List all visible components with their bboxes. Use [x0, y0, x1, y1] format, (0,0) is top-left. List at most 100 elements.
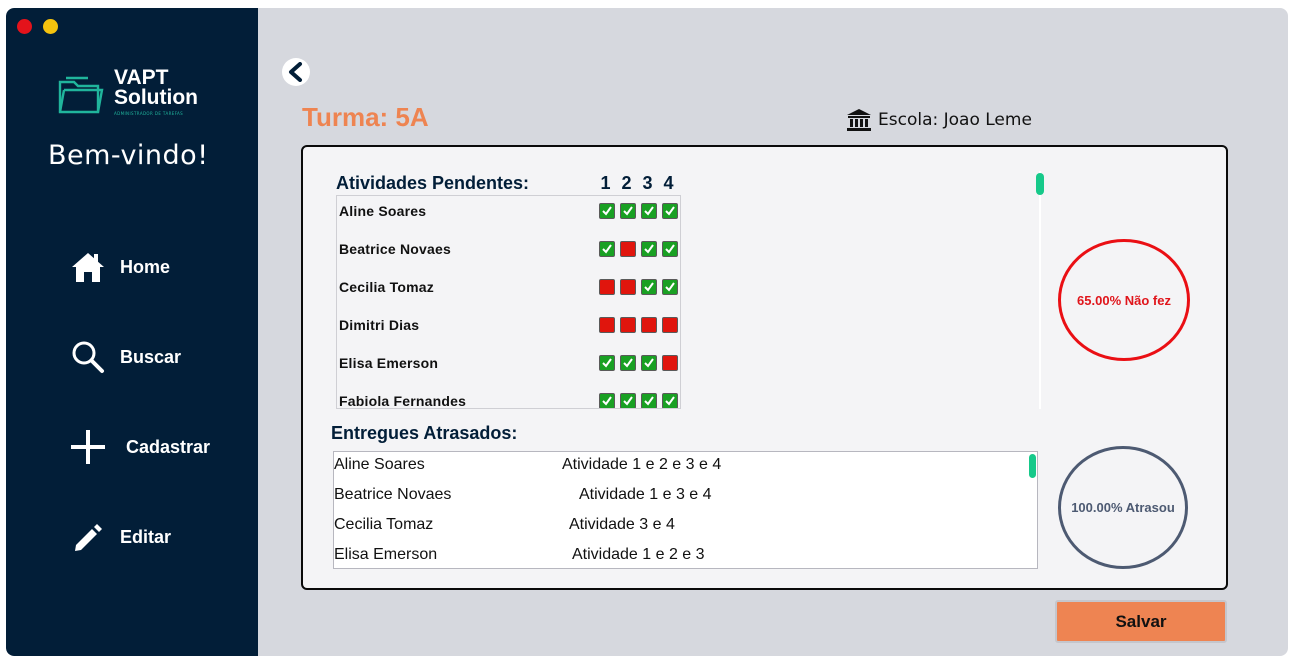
- late-scroll-thumb[interactable]: [1029, 454, 1036, 478]
- home-icon: [66, 245, 110, 289]
- student-name: Fabiola Fernandes: [339, 393, 467, 409]
- logo-title: VAPT Solution: [114, 66, 198, 109]
- activity-missing-checkbox[interactable]: [620, 317, 636, 333]
- school-building-icon: [847, 109, 871, 131]
- school-name: Escola: Joao Leme: [878, 110, 1032, 130]
- table-row[interactable]: Elisa Emerson: [339, 353, 679, 373]
- check-icon: [665, 282, 675, 292]
- app-window: VAPT Solution ADMINISTRADOR DE TAREFAS B…: [6, 8, 1288, 656]
- student-name: Dimitri Dias: [339, 317, 420, 333]
- table-row[interactable]: Cecilia Tomaz: [339, 277, 679, 297]
- column-header: 1: [600, 173, 611, 193]
- sidebar-item-editar[interactable]: Editar: [66, 515, 246, 559]
- pending-title: Atividades Pendentes:: [336, 173, 530, 193]
- activity-done-checkbox[interactable]: [662, 203, 678, 219]
- search-icon: [66, 335, 110, 379]
- activity-missing-checkbox[interactable]: [662, 317, 678, 333]
- activity-done-checkbox[interactable]: [599, 355, 615, 371]
- sidebar-item-cadastrar[interactable]: Cadastrar: [66, 425, 246, 469]
- column-header: 3: [642, 173, 653, 193]
- close-window-button[interactable]: [17, 19, 32, 34]
- check-icon: [665, 396, 675, 406]
- list-item[interactable]: Aline Soares Atividade 1 e 2 e 3 e 4: [334, 456, 1024, 478]
- not-done-stat: 65.00% Não fez: [1058, 239, 1190, 361]
- student-name: Elisa Emerson: [339, 355, 439, 371]
- check-icon: [644, 396, 654, 406]
- sidebar-item-home[interactable]: Home: [66, 245, 246, 289]
- check-icon: [623, 206, 633, 216]
- activity-done-checkbox[interactable]: [620, 203, 636, 219]
- check-icon: [644, 358, 654, 368]
- folder-logo-icon: [58, 76, 104, 114]
- sidebar: VAPT Solution ADMINISTRADOR DE TAREFAS B…: [6, 8, 258, 656]
- activity-missing-checkbox[interactable]: [641, 317, 657, 333]
- check-icon: [644, 244, 654, 254]
- check-icon: [623, 358, 633, 368]
- activity-missing-checkbox[interactable]: [599, 317, 615, 333]
- late-stat-label: 100.00% Atrasou: [1071, 500, 1175, 515]
- activity-missing-checkbox[interactable]: [662, 355, 678, 371]
- check-icon: [644, 206, 654, 216]
- table-row[interactable]: Beatrice Novaes: [339, 239, 679, 259]
- late-list[interactable]: Aline Soares Atividade 1 e 2 e 3 e 4 Bea…: [333, 451, 1038, 569]
- list-item[interactable]: Cecilia Tomaz Atividade 3 e 4: [334, 516, 1024, 538]
- activity-done-checkbox[interactable]: [599, 241, 615, 257]
- activity-done-checkbox[interactable]: [662, 393, 678, 408]
- plus-icon: [66, 425, 110, 469]
- scroll-thumb[interactable]: [1036, 173, 1044, 195]
- activity-done-checkbox[interactable]: [641, 203, 657, 219]
- check-icon: [623, 396, 633, 406]
- activity-done-checkbox[interactable]: [599, 393, 615, 408]
- late-activities: Atividade 1 e 3 e 4: [579, 486, 712, 503]
- late-activities: Atividade 1 e 2 e 3 e 4: [562, 456, 722, 473]
- activity-done-checkbox[interactable]: [641, 279, 657, 295]
- list-item[interactable]: Elisa Emerson Atividade 1 e 2 e 3: [334, 546, 1024, 568]
- student-name: Cecilia Tomaz: [339, 279, 434, 295]
- student-name: Beatrice Novaes: [339, 241, 451, 257]
- late-activities: Atividade 3 e 4: [569, 516, 675, 533]
- pencil-icon: [66, 515, 110, 559]
- table-row[interactable]: Dimitri Dias: [339, 315, 679, 335]
- table-row[interactable]: Fabiola Fernandes: [339, 391, 679, 409]
- check-icon: [602, 396, 612, 406]
- activity-done-checkbox[interactable]: [599, 203, 615, 219]
- activity-done-checkbox[interactable]: [662, 241, 678, 257]
- page-title: Turma: 5A: [302, 102, 429, 132]
- activity-done-checkbox[interactable]: [620, 393, 636, 408]
- check-icon: [602, 244, 612, 254]
- late-stat: 100.00% Atrasou: [1058, 446, 1188, 569]
- sidebar-item-buscar[interactable]: Buscar: [66, 335, 246, 379]
- not-done-label: 65.00% Não fez: [1077, 292, 1171, 308]
- student-name: Cecilia Tomaz: [334, 516, 434, 533]
- activity-missing-checkbox[interactable]: [599, 279, 615, 295]
- pending-list[interactable]: Aline Soares Beatrice Novaes Cecilia Tomaz…: [336, 195, 681, 409]
- late-activities: Atividade 1 e 2 e 3: [572, 546, 705, 563]
- sidebar-item-label: Cadastrar: [126, 436, 211, 457]
- late-title: Entregues Atrasados:: [331, 423, 518, 443]
- activity-missing-checkbox[interactable]: [620, 279, 636, 295]
- check-icon: [602, 358, 612, 368]
- column-header: 4: [663, 173, 674, 193]
- student-name: Elisa Emerson: [334, 546, 438, 563]
- table-row[interactable]: Aline Soares: [339, 201, 679, 221]
- minimize-window-button[interactable]: [43, 19, 58, 34]
- school-label: Escola: Joao Leme: [846, 108, 1032, 132]
- activity-done-checkbox[interactable]: [662, 279, 678, 295]
- check-icon: [602, 206, 612, 216]
- student-name: Aline Soares: [339, 203, 427, 219]
- activity-done-checkbox[interactable]: [641, 393, 657, 408]
- list-item[interactable]: Beatrice Novaes Atividade 1 e 3 e 4: [334, 486, 1024, 508]
- activity-missing-checkbox[interactable]: [620, 241, 636, 257]
- scroll-track: [1039, 171, 1041, 409]
- save-button[interactable]: Salvar: [1055, 600, 1227, 643]
- check-icon: [665, 244, 675, 254]
- check-icon: [644, 282, 654, 292]
- chevron-left-icon: [289, 62, 302, 82]
- pending-scrollbar[interactable]: [1036, 171, 1044, 409]
- activity-done-checkbox[interactable]: [641, 241, 657, 257]
- sidebar-item-label: Buscar: [120, 346, 182, 367]
- activity-done-checkbox[interactable]: [620, 355, 636, 371]
- back-button[interactable]: [282, 58, 310, 86]
- activity-done-checkbox[interactable]: [641, 355, 657, 371]
- student-name: Beatrice Novaes: [334, 486, 452, 503]
